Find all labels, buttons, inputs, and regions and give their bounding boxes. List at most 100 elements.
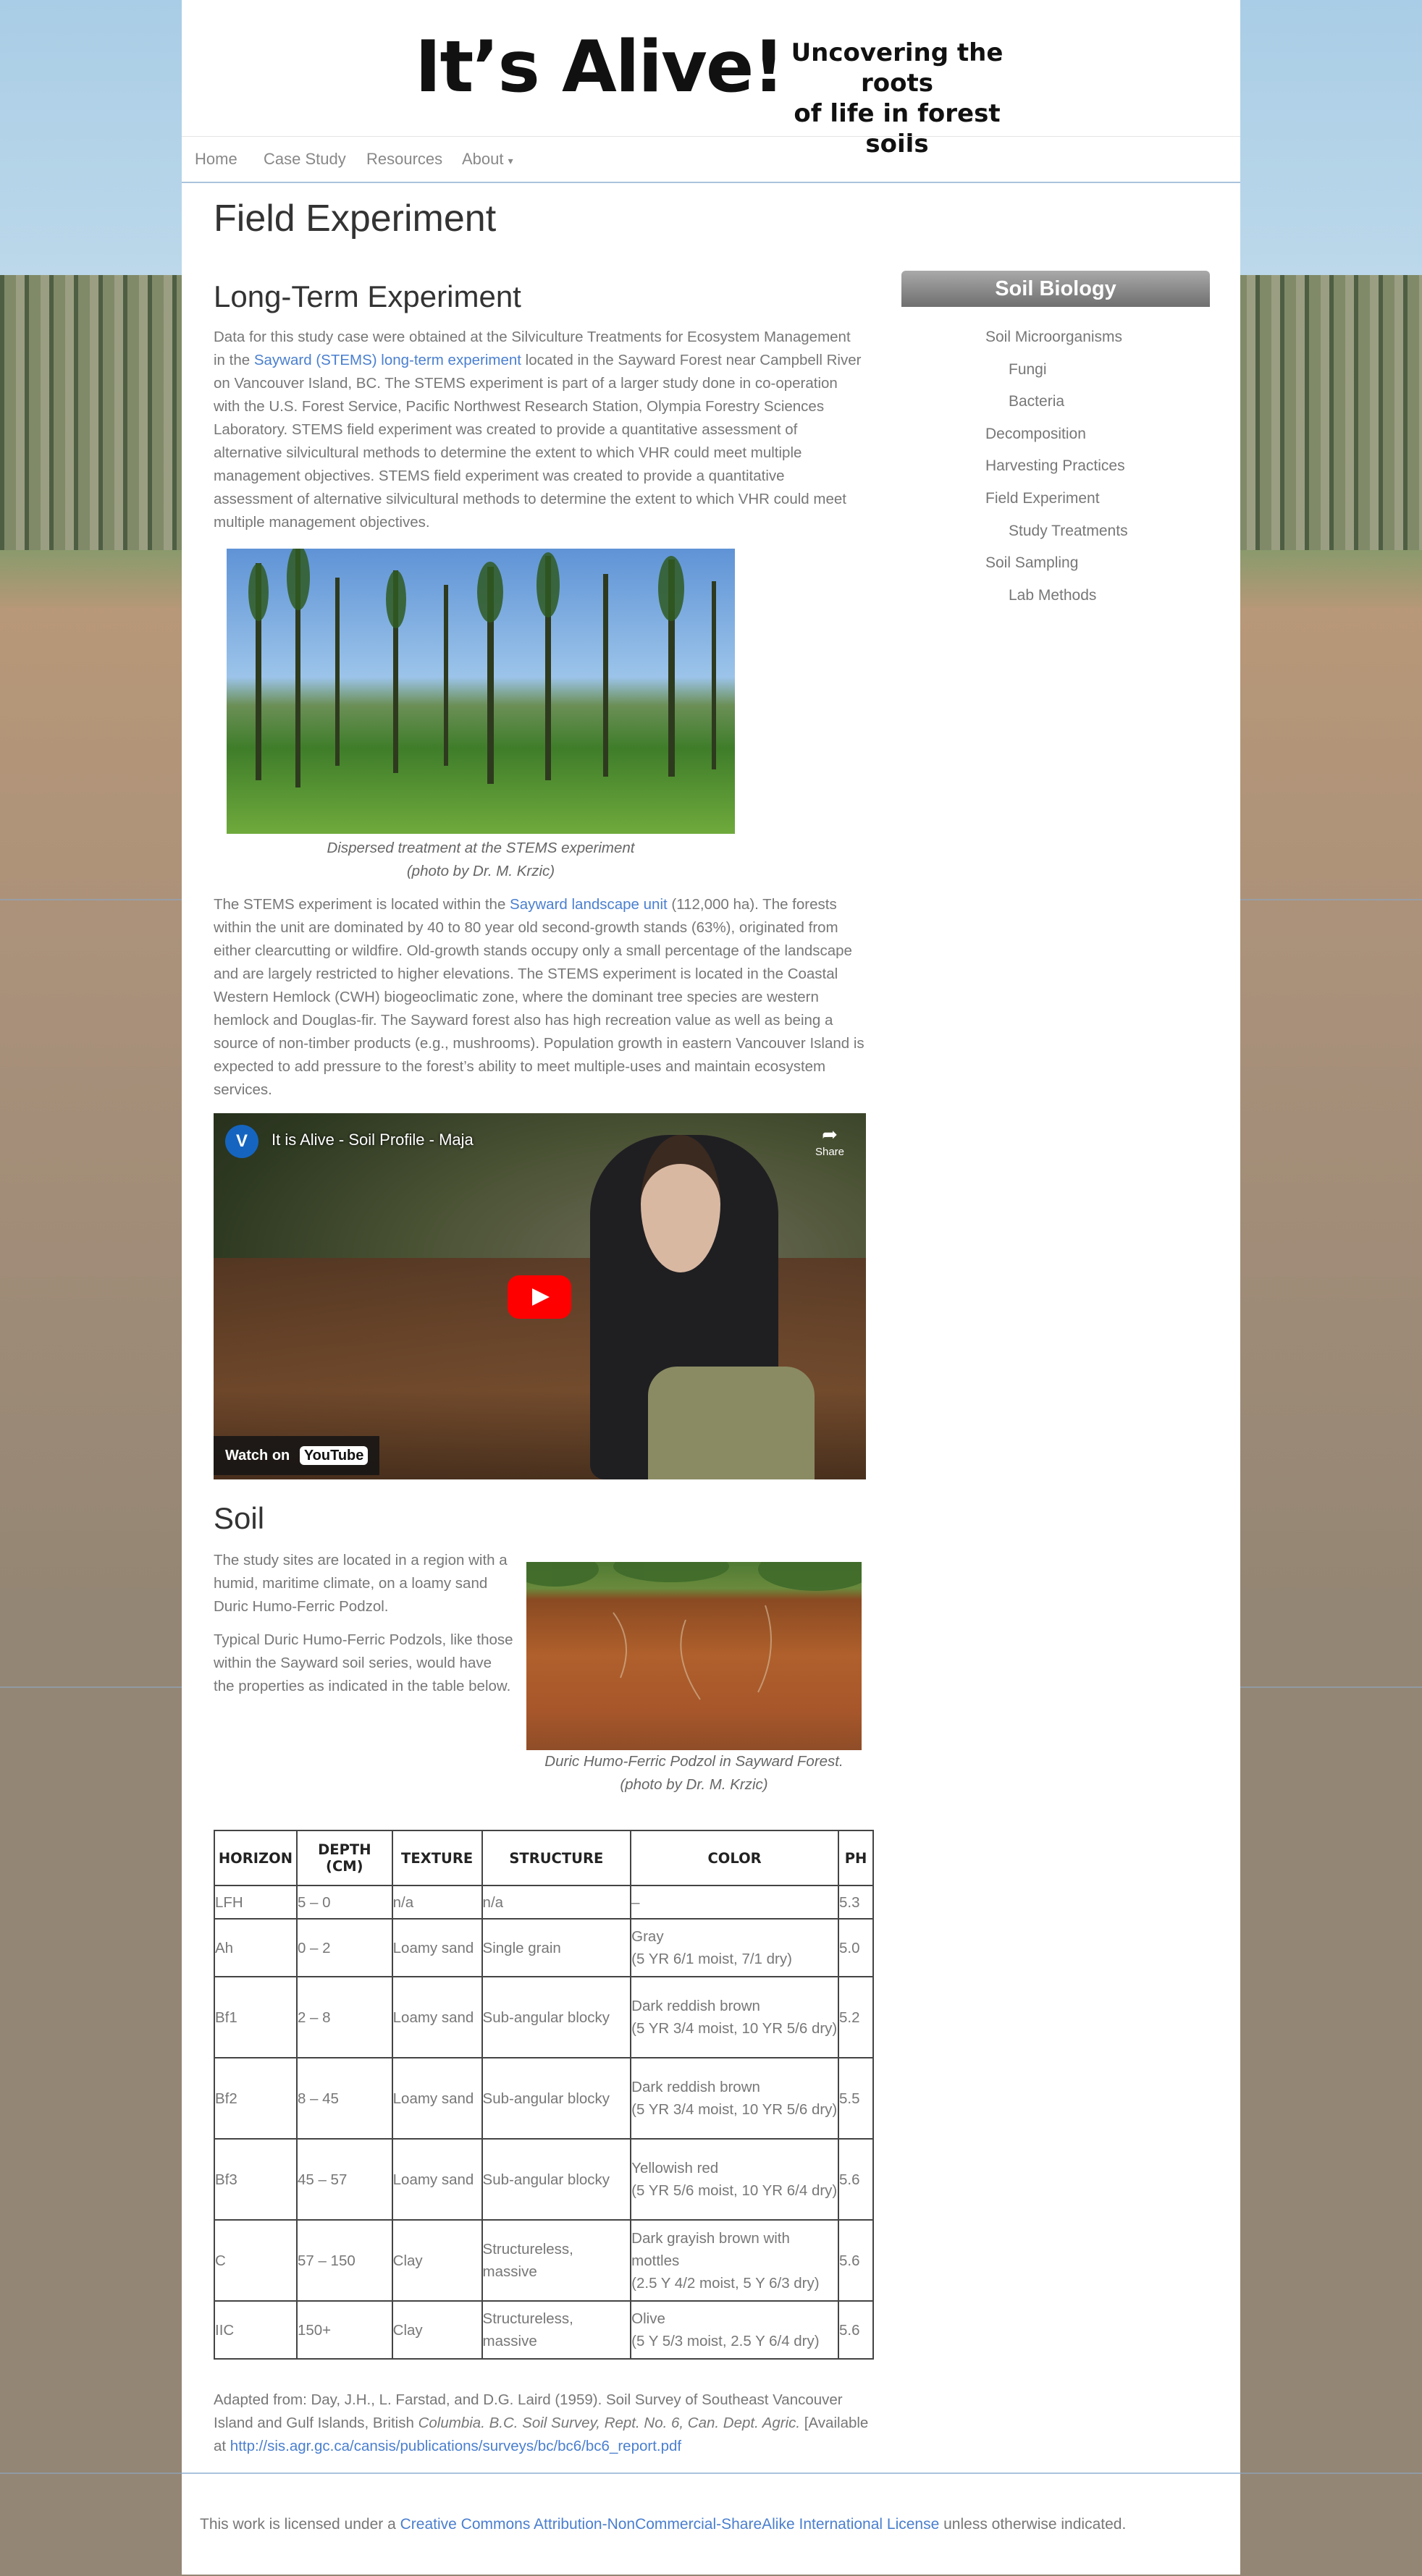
- video-thumbnail-face: [641, 1135, 720, 1272]
- table-cell-horizon: Bf2: [214, 2057, 298, 2140]
- table-cell-ph: 5.0: [838, 1918, 874, 1977]
- nav-about-label: About: [462, 150, 504, 168]
- sidebar-item-harvesting-practices[interactable]: Harvesting Practices: [985, 457, 1125, 475]
- table-cell-color: –: [630, 1885, 840, 1920]
- page-container: It’s Alive! Uncovering the roots of life…: [182, 0, 1240, 2575]
- paragraph-text: located in the Sayward Forest near Campb…: [214, 352, 862, 531]
- table-cell-structure: Single grain: [481, 1918, 632, 1977]
- table-cell-depth: 57 – 150: [295, 2219, 393, 2302]
- forest-photo-caption: Dispersed treatment at the STEMS experim…: [227, 837, 735, 883]
- site-header: It’s Alive! Uncovering the roots of life…: [182, 0, 1240, 159]
- play-button[interactable]: [508, 1275, 571, 1319]
- table-cell-texture: Loamy sand: [391, 1918, 483, 1977]
- caret-down-icon: ▾: [508, 155, 513, 166]
- table-cell-structure: Structureless, massive: [481, 2219, 632, 2302]
- caption-line: Duric Humo-Ferric Podzol in Sayward Fore…: [544, 1753, 843, 1770]
- reference-italic: Columbia. B.C. Soil Survey, Rept. No. 6,…: [418, 2415, 801, 2431]
- nav-home[interactable]: Home: [195, 150, 237, 169]
- sidebar-item-soil-microorganisms[interactable]: Soil Microorganisms: [985, 329, 1122, 346]
- creative-commons-license-link[interactable]: Creative Commons Attribution-NonCommerci…: [400, 2516, 940, 2533]
- site-logo-title[interactable]: It’s Alive!: [415, 26, 785, 109]
- watch-on-youtube-button[interactable]: Watch on YouTube: [214, 1436, 380, 1475]
- sayward-paragraph: The STEMS experiment is located within t…: [214, 893, 865, 1102]
- table-cell-ph: 5.6: [838, 2219, 874, 2302]
- table-cell-ph: 5.5: [838, 2057, 874, 2140]
- soil-properties-table: HORIZON DEPTH (CM) TEXTURE STRUCTURE COL…: [214, 1830, 874, 2360]
- license-notice: This work is licensed under a Creative C…: [200, 2513, 1228, 2536]
- share-icon: ➦: [822, 1123, 838, 1145]
- table-cell-color: Dark grayish brown with mottles (2.5 Y 4…: [630, 2219, 840, 2302]
- sidebar-item-field-experiment[interactable]: Field Experiment: [985, 490, 1100, 507]
- share-button[interactable]: ➦ Share: [815, 1123, 844, 1158]
- table-cell-horizon: LFH: [214, 1885, 298, 1920]
- video-title[interactable]: It is Alive - Soil Profile - Maja: [272, 1131, 474, 1149]
- table-cell-structure: Sub-angular blocky: [481, 1976, 632, 2058]
- table-cell-horizon: Bf1: [214, 1976, 298, 2058]
- channel-avatar[interactable]: V: [225, 1125, 258, 1158]
- sidebar-title: Soil Biology: [901, 271, 1210, 307]
- soil-profile-photo: [526, 1562, 862, 1750]
- share-label: Share: [815, 1146, 844, 1158]
- table-header-horizon: HORIZON: [214, 1830, 298, 1886]
- table-cell-ph: 5.6: [838, 2138, 874, 2221]
- table-header-color: COLOR: [630, 1830, 840, 1886]
- navbar: Home Case Study Resources About ▾: [182, 136, 1240, 183]
- table-row: C 57 – 150 Clay Structureless, massive Dark …: [214, 2219, 874, 2302]
- table-cell-structure: Sub-angular blocky: [481, 2057, 632, 2140]
- table-cell-color: Dark reddish brown (5 YR 3/4 moist, 10 Y…: [630, 2057, 840, 2140]
- sidebar-item-study-treatments[interactable]: Study Treatments: [1009, 523, 1128, 540]
- table-cell-horizon: Ah: [214, 1918, 298, 1977]
- logo-subtitle-line: Uncovering the roots: [791, 38, 1004, 98]
- video-thumbnail-legs: [648, 1367, 815, 1479]
- table-header-structure: STRUCTURE: [481, 1830, 632, 1886]
- table-cell-texture: n/a: [391, 1885, 483, 1920]
- site-footer: This work is licensed under a Creative C…: [182, 2472, 1240, 2576]
- table-cell-depth: 8 – 45: [295, 2057, 393, 2140]
- license-text: This work is licensed under a: [200, 2516, 400, 2533]
- table-row: Bf2 8 – 45 Loamy sand Sub-angular blocky Dar…: [214, 2057, 874, 2140]
- soil-photo-caption: Duric Humo-Ferric Podzol in Sayward Fore…: [526, 1750, 862, 1796]
- table-cell-color: Olive (5 Y 5/3 moist, 2.5 Y 6/4 dry): [630, 2300, 840, 2360]
- table-cell-ph: 5.2: [838, 1976, 874, 2058]
- sidebar-item-fungi[interactable]: Fungi: [1009, 361, 1047, 379]
- table-cell-texture: Clay: [391, 2219, 483, 2302]
- watch-on-label: Watch on: [225, 1448, 290, 1464]
- forest-trees-illustration: [248, 549, 716, 787]
- section-heading-long-term: Long-Term Experiment: [214, 279, 521, 313]
- caption-line: (photo by Dr. M. Krzic): [406, 863, 555, 879]
- nav-resources[interactable]: Resources: [366, 150, 442, 169]
- table-cell-horizon: IIC: [214, 2300, 298, 2360]
- table-cell-color: Yellowish red (5 YR 5/6 moist, 10 YR 6/4…: [630, 2138, 840, 2221]
- table-cell-ph: 5.6: [838, 2300, 874, 2360]
- soil-paragraph-2: Typical Duric Humo-Ferric Podzols, like …: [214, 1631, 513, 1694]
- table-row: Bf3 45 – 57 Loamy sand Sub-angular blocky Ye…: [214, 2138, 874, 2221]
- soil-survey-report-link[interactable]: http://sis.agr.gc.ca/cansis/publications…: [230, 2438, 681, 2454]
- table-cell-horizon: Bf3: [214, 2138, 298, 2221]
- reference-note: Adapted from: Day, J.H., L. Farstad, and…: [214, 2389, 880, 2458]
- paragraph-text: (112,000 ha). The forests within the uni…: [214, 896, 864, 1098]
- sidebar-item-lab-methods[interactable]: Lab Methods: [1009, 587, 1096, 604]
- table-cell-depth: 0 – 2: [295, 1918, 393, 1977]
- table-cell-structure: n/a: [481, 1885, 632, 1920]
- sidebar-item-decomposition[interactable]: Decomposition: [985, 426, 1086, 443]
- table-header-texture: TEXTURE: [391, 1830, 483, 1886]
- sidebar-item-soil-sampling[interactable]: Soil Sampling: [985, 554, 1078, 572]
- nav-case-study[interactable]: Case Study: [264, 150, 346, 169]
- sidebar-item-bacteria[interactable]: Bacteria: [1009, 393, 1064, 410]
- sayward-landscape-link[interactable]: Sayward landscape unit: [510, 896, 668, 913]
- table-row: LFH 5 – 0 n/a n/a –5.3: [214, 1885, 874, 1920]
- table-cell-structure: Sub-angular blocky: [481, 2138, 632, 2221]
- table-header-depth: DEPTH (CM): [295, 1830, 393, 1886]
- caption-line: Dispersed treatment at the STEMS experim…: [327, 840, 635, 856]
- caption-line: (photo by Dr. M. Krzic): [620, 1776, 768, 1793]
- table-row: Bf1 2 – 8 Loamy sand Sub-angular blocky Dark…: [214, 1976, 874, 2058]
- nav-about[interactable]: About ▾: [462, 150, 513, 169]
- long-term-paragraph: Data for this study case were obtained a…: [214, 326, 865, 534]
- youtube-video-embed[interactable]: V It is Alive - Soil Profile - Maja ➦ Sh…: [214, 1113, 866, 1479]
- stems-experiment-link[interactable]: Sayward (STEMS) long-term experiment: [254, 352, 521, 368]
- table-row: IIC 150+ Clay Structureless, massive Olive (…: [214, 2300, 874, 2360]
- table-cell-texture: Loamy sand: [391, 2138, 483, 2221]
- table-cell-depth: 150+: [295, 2300, 393, 2360]
- page-title: Field Experiment: [214, 198, 497, 240]
- table-cell-texture: Clay: [391, 2300, 483, 2360]
